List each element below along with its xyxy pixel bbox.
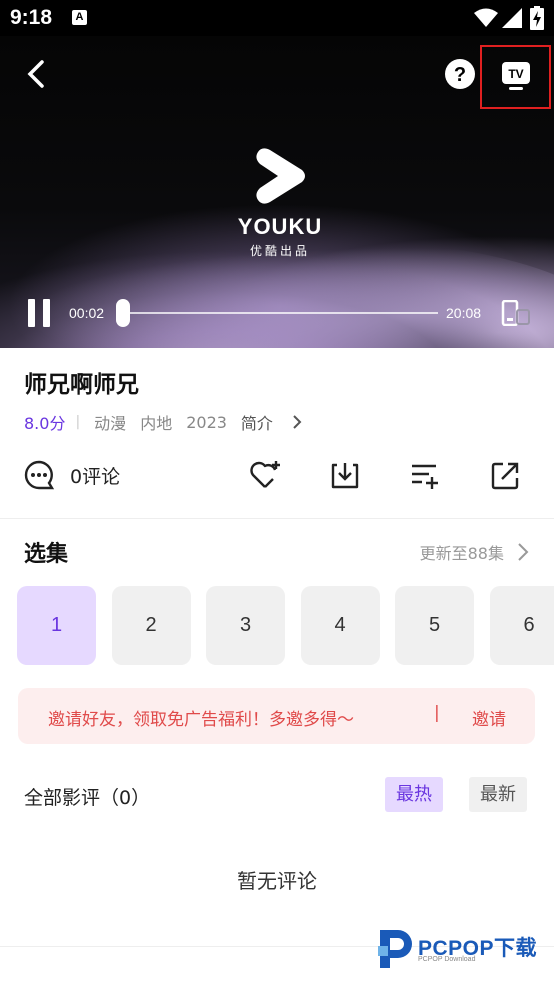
episodes-update-link[interactable]: 更新至88集 [420,540,530,564]
download-icon [331,463,359,489]
comment-icon [24,460,55,490]
show-meta: 8.0分 | 动漫 内地 2023 简介 [24,410,317,434]
help-icon: ? [445,59,475,89]
youku-logo: YOUKU 优酷出品 [230,146,330,259]
invite-button[interactable]: 邀请 [472,705,506,730]
status-time: 9:18 [10,6,53,29]
playlist-add-icon [412,464,438,489]
reviews-title: 全部影评（0） [24,787,151,809]
signal-icon [502,8,522,28]
notification-icon: A [72,10,87,25]
action-bar: 0评论 [0,452,554,498]
invite-message: 邀请好友，领取免广告福利！多邀多得～ [48,710,354,730]
download-button[interactable] [326,456,364,494]
comment-button[interactable] [22,458,56,492]
logo-sub-text: 优酷出品 [249,244,310,258]
back-arrow-icon [27,60,44,88]
sort-hot-button[interactable]: 最热 [385,777,443,812]
share-icon [491,462,519,490]
progress-track[interactable] [123,312,438,314]
current-time: 00:02 [69,305,105,321]
invite-banner[interactable]: 邀请好友，领取免广告福利！多邀多得～ | 邀请 [18,688,535,744]
chevron-right-icon [518,543,529,561]
episode-3[interactable]: 3 [206,586,285,665]
help-button[interactable]: ? [444,58,476,90]
show-score: 8.0分 [24,414,66,433]
next-section-peek [24,972,134,984]
show-genre: 动漫 [94,414,127,433]
share-button[interactable] [486,456,524,494]
pcpop-logo-icon [378,930,412,968]
episode-2[interactable]: 2 [111,586,191,665]
heart-plus-icon [250,461,280,488]
svg-text:TV: TV [508,67,523,81]
back-button[interactable] [18,56,54,92]
episode-4[interactable]: 4 [300,586,380,665]
intro-label: 简介 [240,414,273,433]
add-to-list-button[interactable] [406,456,444,494]
episodes-title: 选集 [24,542,69,567]
tv-cast-icon: TV [502,62,530,90]
show-title: 师兄啊师兄 [24,372,139,398]
watermark: PCPOP下载 PCPOP Download [376,926,552,970]
pause-button[interactable] [22,296,56,330]
intro-link[interactable]: 简介 [241,410,303,434]
meta-separator: | [75,414,81,430]
episode-list: 1 2 3 4 5 6 [17,586,554,665]
tv-cast-button[interactable]: TV [496,56,536,96]
show-region: 内地 [140,414,173,433]
favorite-button[interactable] [246,456,284,494]
episodes-update-label: 更新至88集 [419,544,504,563]
status-bar: 9:18 A [0,0,554,36]
pause-icon [28,299,50,327]
empty-reviews-text: 暂无评论 [237,869,317,893]
rotate-screen-icon [501,300,530,326]
battery-icon [530,6,544,30]
fullscreen-button[interactable] [498,298,532,328]
total-time: 20:08 [446,305,482,321]
video-player[interactable]: ? TV YOUKU 优酷出品 00:02 20:08 [0,36,554,348]
wifi-icon [474,8,498,27]
sort-new-button[interactable]: 最新 [469,777,527,812]
progress-thumb[interactable] [116,299,130,327]
show-year: 2023 [186,412,227,432]
section-divider [0,518,554,519]
watermark-sub: PCPOP Download [418,956,476,963]
comment-count[interactable]: 0评论 [70,462,120,489]
episode-5[interactable]: 5 [395,586,474,665]
episode-6[interactable]: 6 [489,586,554,665]
svg-text:?: ? [454,64,466,86]
chevron-right-icon [293,415,302,429]
invite-separator: | [434,703,440,723]
logo-brand-text: YOUKU [237,214,323,239]
episode-1[interactable]: 1 [17,586,96,665]
youku-play-logo-icon [256,148,305,204]
